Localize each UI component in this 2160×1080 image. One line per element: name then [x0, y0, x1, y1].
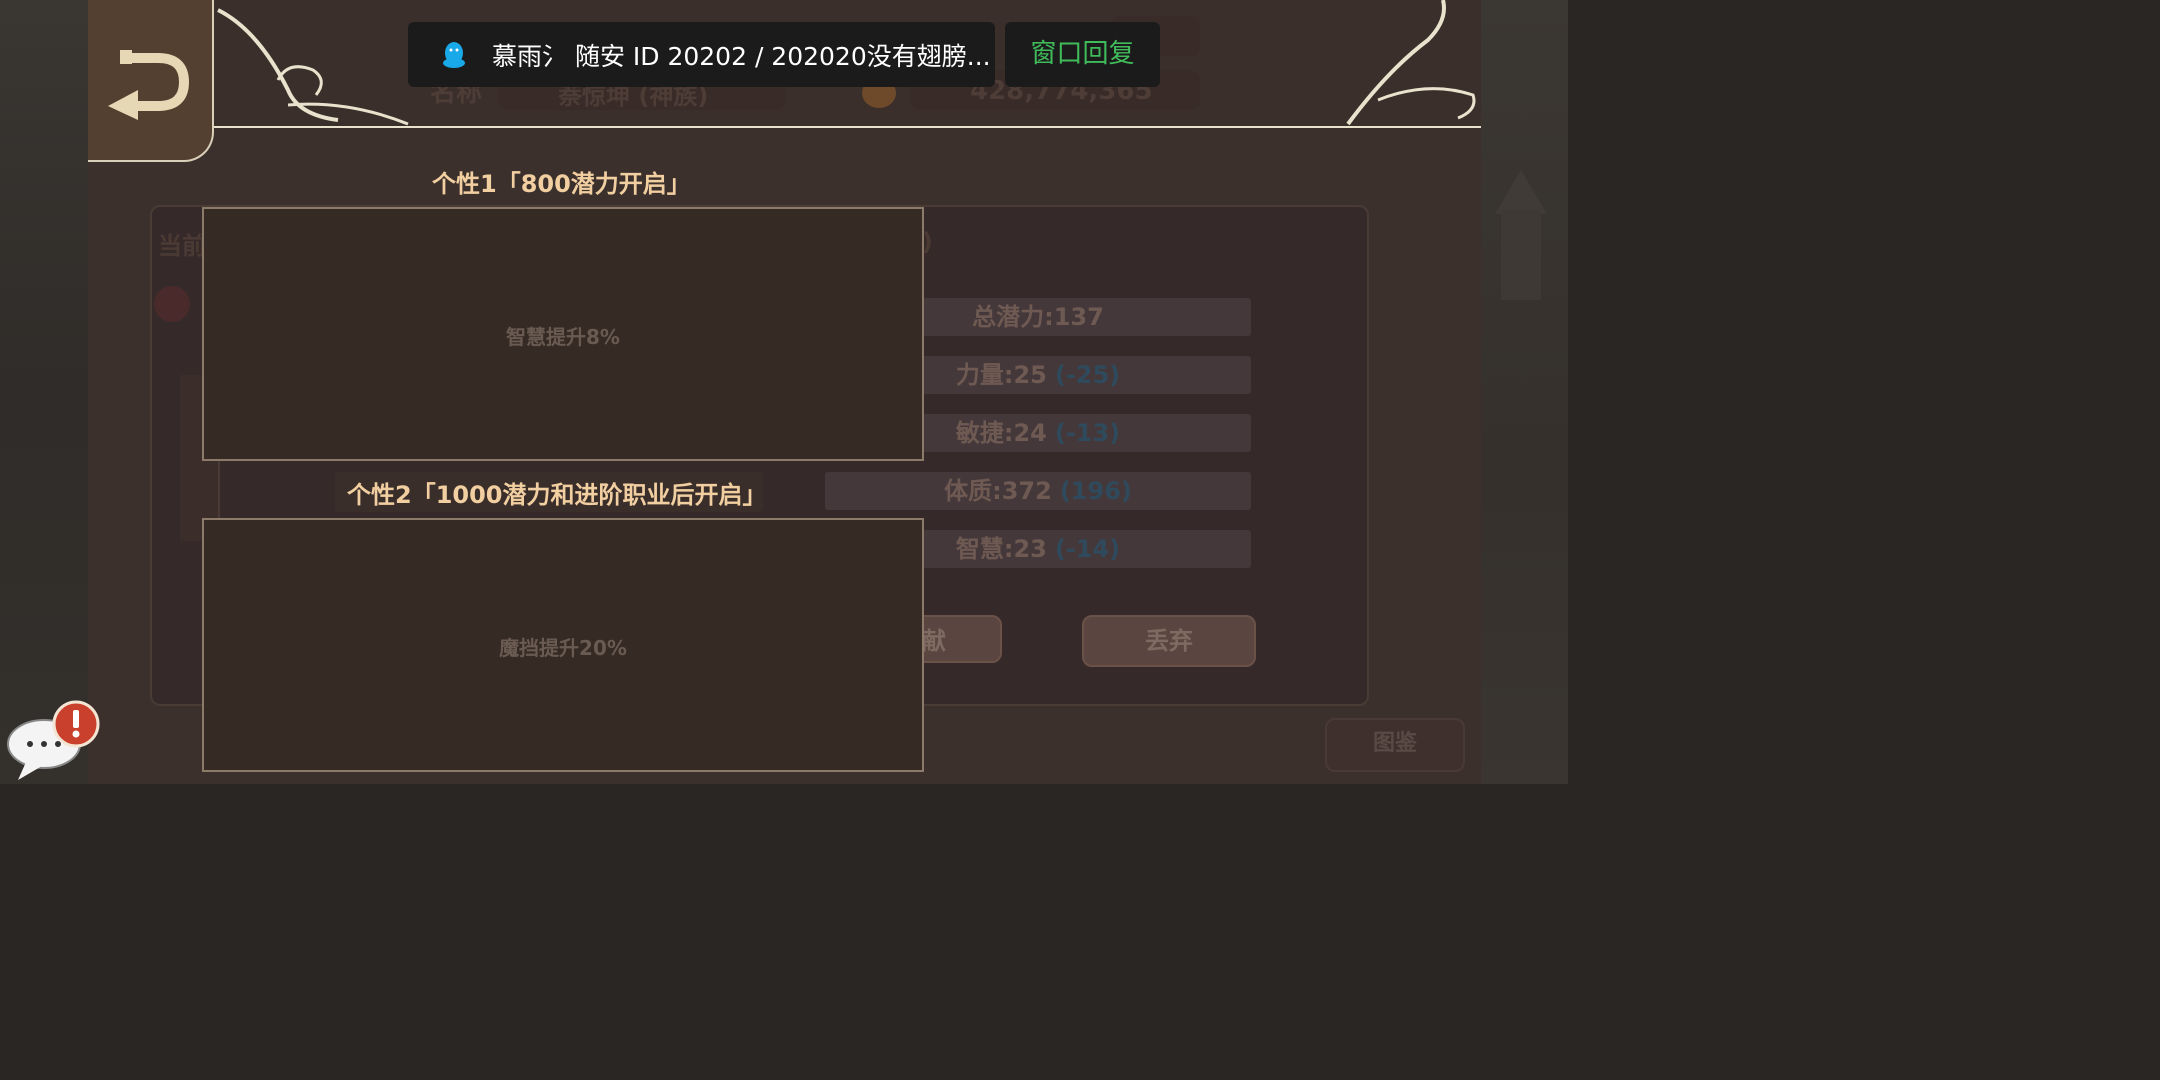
trait1-title: 个性1「800潜力开启」 — [432, 170, 691, 198]
current-label: 当前 — [158, 232, 206, 260]
stat-label: 体质:372 — [944, 477, 1052, 505]
portrait-icon — [154, 286, 190, 322]
back-arrow-icon — [108, 50, 190, 120]
stat-label: 力量:25 — [955, 361, 1047, 389]
stat-delta: (-25) — [1054, 361, 1121, 389]
left-background — [0, 0, 88, 784]
discard-button[interactable]: 丢弃 — [1082, 615, 1256, 667]
notification-bar[interactable]: 慕雨氵 随安 ID 20202 / 202020没有翅膀... — [408, 22, 995, 87]
qq-penguin-icon — [443, 41, 465, 68]
tower-decoration — [1501, 210, 1541, 300]
stat-delta: (196) — [1059, 477, 1132, 505]
trait2-effect: 魔挡提升20% — [499, 636, 627, 660]
back-button[interactable] — [88, 0, 214, 162]
trait2-box: 魔挡提升20% — [202, 518, 924, 772]
stat-row-constitution: 体质:372 (196) — [825, 472, 1251, 510]
right-background — [1481, 0, 1568, 784]
tower-roof-decoration — [1495, 170, 1547, 214]
restore-window-button[interactable]: 窗口回复 — [1005, 22, 1160, 87]
total-potential-text: 总潜力:137 — [972, 303, 1104, 331]
atlas-button[interactable]: 图鉴 — [1325, 718, 1465, 772]
stat-delta: (-13) — [1054, 419, 1121, 447]
stat-label: 智慧:23 — [955, 535, 1047, 563]
stat-delta: (-14) — [1054, 535, 1121, 563]
chat-alert-icon[interactable] — [6, 700, 106, 784]
trait2-title: 个性2「1000潜力和进阶职业后开启」 — [347, 481, 767, 509]
notification-text: 慕雨氵 随安 ID 20202 / 202020没有翅膀... — [492, 41, 991, 71]
trait1-box: 智慧提升8% — [202, 207, 924, 461]
trait1-effect: 智慧提升8% — [506, 325, 620, 349]
stat-label: 敏捷:24 — [955, 419, 1047, 447]
